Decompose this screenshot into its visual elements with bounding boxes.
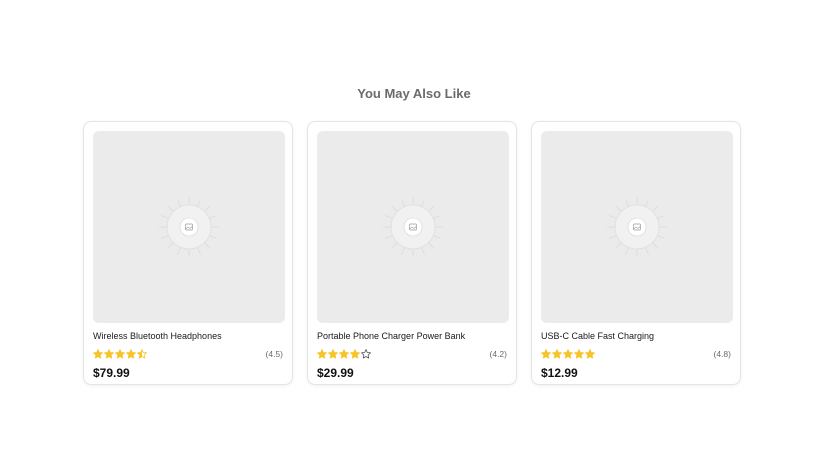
star-filled-icon [328,349,338,359]
star-rating [317,349,371,359]
product-price: $12.99 [541,366,578,380]
star-filled-icon [574,349,584,359]
rating-value: (4.8) [713,349,731,359]
rating-value: (4.2) [489,349,507,359]
product-grid: Wireless Bluetooth Headphones (4.5) $79.… [83,121,741,385]
product-card[interactable]: Portable Phone Charger Power Bank (4.2) … [307,121,517,385]
rating-row: (4.8) [541,348,731,360]
star-filled-icon [93,349,103,359]
product-card[interactable]: Wireless Bluetooth Headphones (4.5) $79.… [83,121,293,385]
star-filled-icon [104,349,114,359]
star-rating [541,349,595,359]
product-name[interactable]: USB-C Cable Fast Charging [541,331,731,341]
product-price: $29.99 [317,366,354,380]
rating-row: (4.5) [93,348,283,360]
section-title: You May Also Like [357,86,471,101]
star-filled-icon [126,349,136,359]
image-placeholder-icon [607,197,667,257]
product-price: $79.99 [93,366,130,380]
star-filled-icon [339,349,349,359]
image-placeholder-icon [383,197,443,257]
star-filled-icon [552,349,562,359]
star-filled-icon [115,349,125,359]
star-filled-icon [541,349,551,359]
product-image[interactable] [93,131,285,323]
product-image[interactable] [317,131,509,323]
star-filled-icon [350,349,360,359]
star-filled-icon [585,349,595,359]
star-empty-icon [361,349,371,359]
product-name[interactable]: Wireless Bluetooth Headphones [93,331,283,341]
star-filled-icon [563,349,573,359]
star-filled-icon [317,349,327,359]
product-image[interactable] [541,131,733,323]
star-half-icon [137,349,147,359]
rating-value: (4.5) [265,349,283,359]
product-card[interactable]: USB-C Cable Fast Charging (4.8) $12.99 [531,121,741,385]
star-rating [93,349,147,359]
product-name[interactable]: Portable Phone Charger Power Bank [317,331,507,341]
image-placeholder-icon [159,197,219,257]
rating-row: (4.2) [317,348,507,360]
